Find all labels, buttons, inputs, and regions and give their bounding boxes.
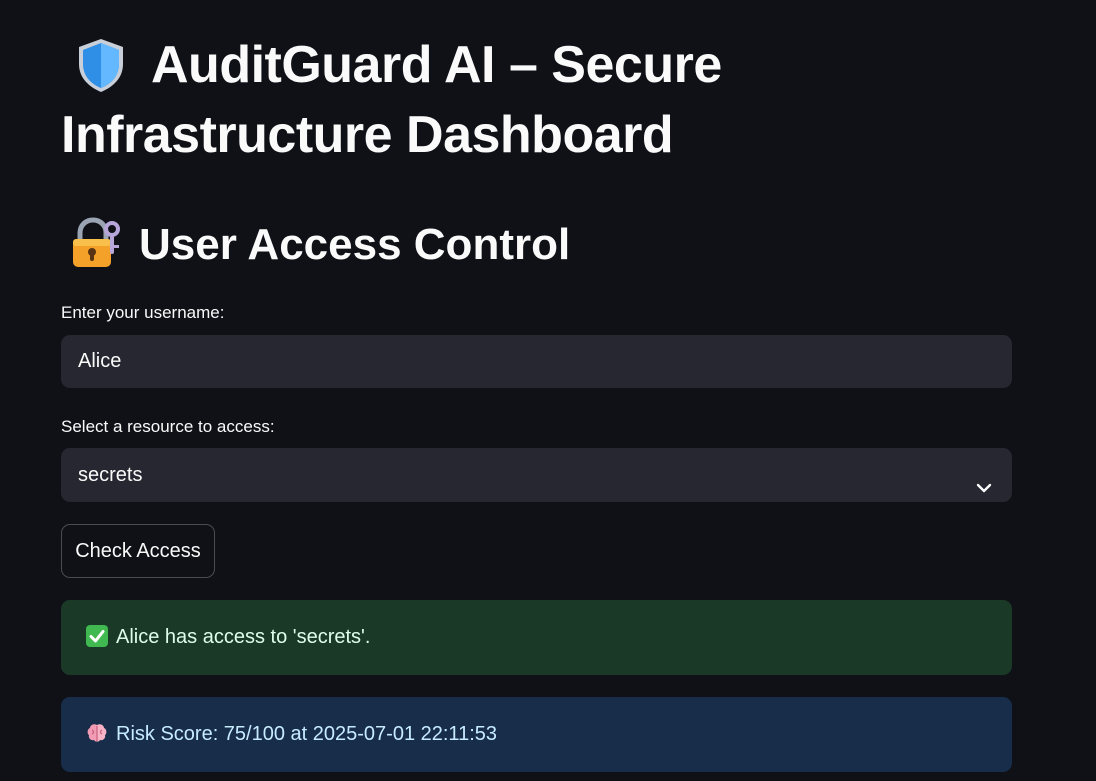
shield-icon [73, 36, 129, 94]
username-label: Enter your username: [61, 303, 225, 322]
resource-select[interactable]: secrets [61, 448, 1012, 502]
risk-score-alert: Risk Score: 75/100 at 2025-07-01 22:11:5… [61, 697, 1012, 772]
username-input[interactable] [61, 335, 1012, 388]
resource-label: Select a resource to access: [61, 417, 275, 436]
section-heading: User Access Control [69, 214, 570, 276]
success-alert: Alice has access to 'secrets'. [61, 600, 1012, 675]
resource-select-value: secrets [78, 464, 143, 486]
chevron-down-icon [974, 465, 994, 493]
lock-with-key-icon [69, 217, 121, 269]
page-title-text: AuditGuard AI – Secure Infrastructure Da… [61, 36, 722, 164]
check-mark-icon [86, 604, 108, 647]
brain-icon [86, 701, 108, 742]
page-title: AuditGuard AI – Secure Infrastructure Da… [61, 30, 821, 170]
success-alert-text: Alice has access to 'secrets'. [116, 626, 371, 648]
app-page: AuditGuard AI – Secure Infrastructure Da… [0, 0, 1096, 781]
section-heading-text: User Access Control [139, 220, 571, 269]
risk-score-text: Risk Score: 75/100 at 2025-07-01 22:11:5… [116, 723, 497, 745]
check-access-button[interactable]: Check Access [61, 524, 215, 578]
